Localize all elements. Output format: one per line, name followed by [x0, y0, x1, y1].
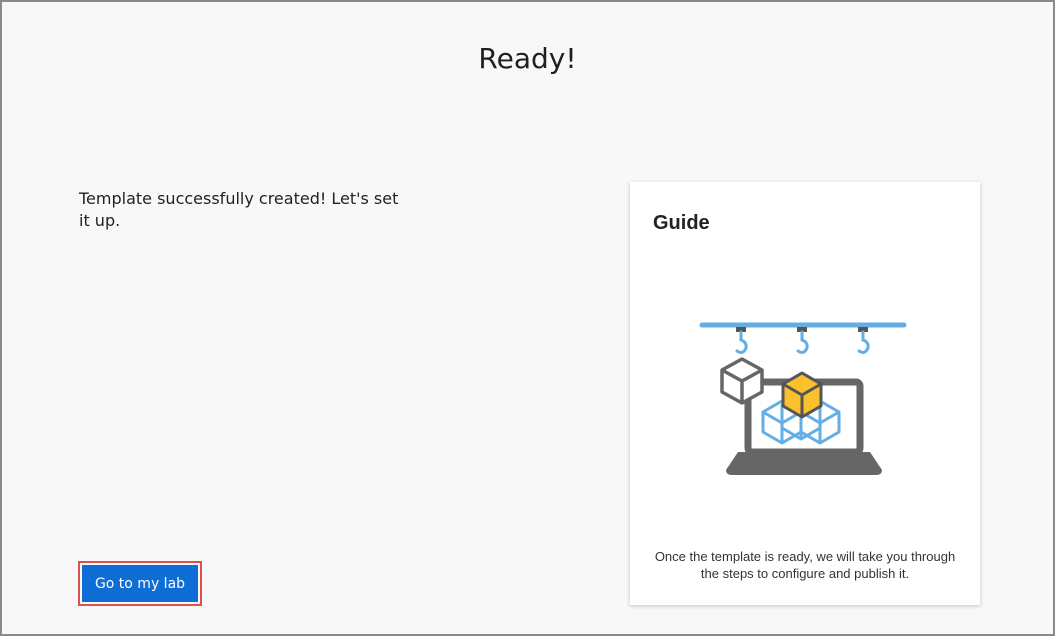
go-to-my-lab-button[interactable]: Go to my lab	[78, 561, 202, 606]
success-message: Template successfully created! Let's set…	[79, 189, 399, 230]
laptop-hooks-cubes-icon	[699, 322, 907, 475]
guide-card: Guide Once the template is ready, we wil…	[630, 182, 980, 605]
page-title: Ready!	[478, 42, 577, 75]
go-to-my-lab-label: Go to my lab	[82, 565, 198, 602]
dialog-frame: Ready! Template successfully created! Le…	[0, 0, 1055, 636]
guide-title: Guide	[653, 212, 710, 234]
guide-description: Once the template is ready, we will take…	[654, 549, 956, 581]
